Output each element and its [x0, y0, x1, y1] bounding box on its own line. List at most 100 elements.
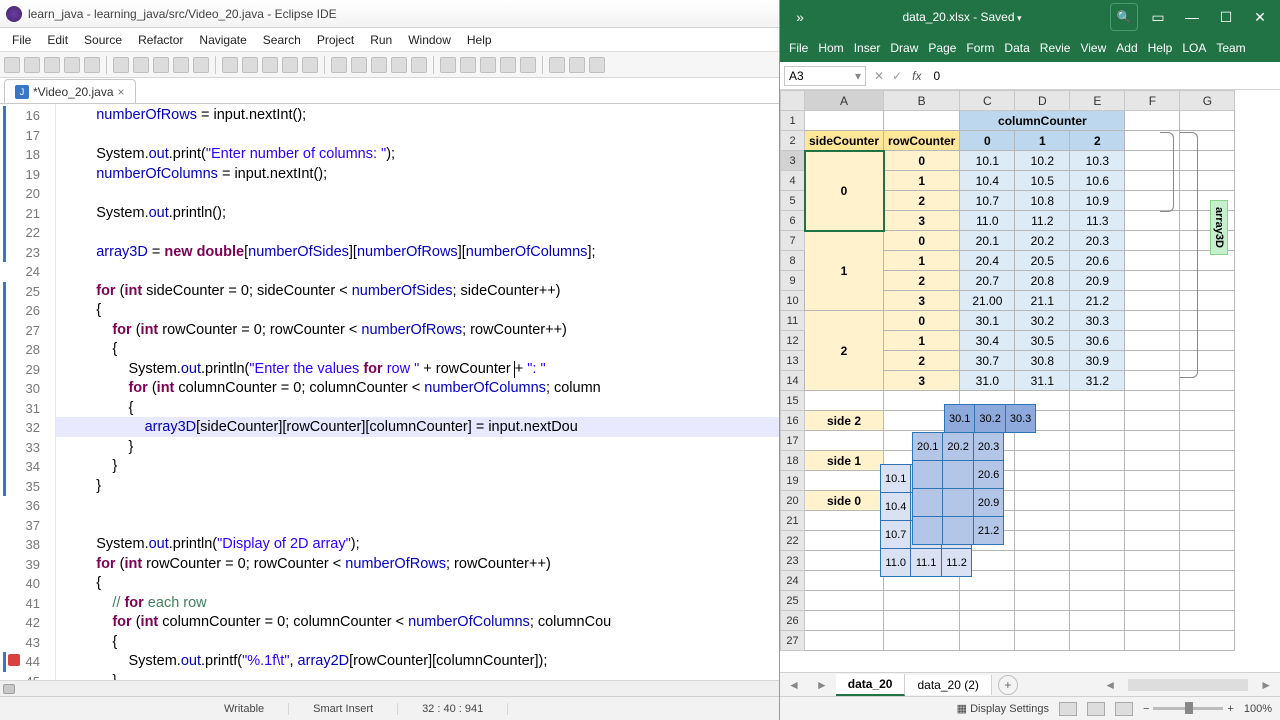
- ribbon-tab-file[interactable]: File: [784, 37, 813, 59]
- empty-cell[interactable]: [1125, 611, 1180, 631]
- data-cell[interactable]: 30.4: [960, 331, 1015, 351]
- ribbon-tab-loa[interactable]: LOA: [1177, 37, 1211, 59]
- side-label[interactable]: side 1: [805, 451, 884, 471]
- data-cell[interactable]: 20.2: [1015, 231, 1070, 251]
- eclipse-toolbar[interactable]: [0, 52, 779, 78]
- side-value[interactable]: 1: [805, 231, 884, 311]
- empty-cell[interactable]: [1015, 491, 1070, 511]
- line-number-gutter[interactable]: 1617181920212223242526272829303132333435…: [0, 104, 56, 680]
- line-number[interactable]: 26: [0, 301, 40, 321]
- col-header-F[interactable]: F: [1125, 91, 1180, 111]
- toolbar-button[interactable]: [391, 57, 407, 73]
- line-number[interactable]: 34: [0, 457, 40, 477]
- row-value[interactable]: 3: [884, 211, 960, 231]
- toolbar-button[interactable]: [351, 57, 367, 73]
- menu-refactor[interactable]: Refactor: [130, 31, 191, 49]
- eclipse-menubar[interactable]: FileEditSourceRefactorNavigateSearchProj…: [0, 28, 779, 52]
- excel-titlebar[interactable]: » data_20.xlsx - Saved 🔍 ▭ — ☐ ✕: [780, 0, 1280, 34]
- empty-cell[interactable]: [805, 591, 884, 611]
- toolbar-button[interactable]: [500, 57, 516, 73]
- empty-cell[interactable]: [1180, 391, 1235, 411]
- line-number[interactable]: 38: [0, 535, 40, 555]
- side-value[interactable]: 0: [805, 151, 884, 231]
- line-number[interactable]: 28: [0, 340, 40, 360]
- code-line[interactable]: numberOfRows = input.nextInt();: [64, 106, 306, 126]
- empty-cell[interactable]: [1015, 571, 1070, 591]
- toolbar-button[interactable]: [549, 57, 565, 73]
- eclipse-titlebar[interactable]: learn_java - learning_java/src/Video_20.…: [0, 0, 779, 28]
- ribbon-tab-help[interactable]: Help: [1143, 37, 1178, 59]
- line-number[interactable]: 24: [0, 262, 40, 282]
- line-number[interactable]: 17: [0, 126, 40, 146]
- row-value[interactable]: 0: [884, 311, 960, 331]
- empty-cell[interactable]: [1180, 591, 1235, 611]
- toolbar-button[interactable]: [411, 57, 427, 73]
- menu-window[interactable]: Window: [400, 31, 459, 49]
- line-number[interactable]: 30: [0, 379, 40, 399]
- scroll-thumb[interactable]: [3, 684, 15, 694]
- code-line[interactable]: {: [64, 574, 101, 594]
- empty-cell[interactable]: [1125, 631, 1180, 651]
- empty-cell[interactable]: [805, 551, 884, 571]
- toolbar-button[interactable]: [222, 57, 238, 73]
- minimize-button[interactable]: —: [1178, 3, 1206, 31]
- code-line[interactable]: }: [64, 457, 117, 477]
- formula-bar[interactable]: A3▾ ✕ ✓ fx 0: [780, 62, 1280, 90]
- data-cell[interactable]: 10.6: [1070, 171, 1125, 191]
- row-header[interactable]: 4: [781, 171, 805, 191]
- empty-cell[interactable]: [1180, 611, 1235, 631]
- data-cell[interactable]: 30.1: [960, 311, 1015, 331]
- line-number[interactable]: 40: [0, 574, 40, 594]
- toolbar-button[interactable]: [153, 57, 169, 73]
- toolbar-button[interactable]: [44, 57, 60, 73]
- display-settings-button[interactable]: ▦ Display Settings: [957, 702, 1049, 715]
- toolbar-button[interactable]: [133, 57, 149, 73]
- empty-cell[interactable]: [805, 391, 884, 411]
- ribbon-tab-form[interactable]: Form: [961, 37, 999, 59]
- ribbon-tab-add[interactable]: Add: [1111, 37, 1142, 59]
- code-line[interactable]: for (int rowCounter = 0; rowCounter < nu…: [64, 321, 567, 341]
- row-header[interactable]: 21: [781, 511, 805, 531]
- row-header[interactable]: 23: [781, 551, 805, 571]
- empty-cell[interactable]: [1180, 511, 1235, 531]
- data-cell[interactable]: 11.3: [1070, 211, 1125, 231]
- row-header[interactable]: 27: [781, 631, 805, 651]
- row-value[interactable]: 1: [884, 251, 960, 271]
- editor-tab[interactable]: J *Video_20.java ×: [4, 79, 136, 103]
- data-cell[interactable]: 20.7: [960, 271, 1015, 291]
- side-label[interactable]: side 0: [805, 491, 884, 511]
- line-number[interactable]: 20: [0, 184, 40, 204]
- row-header[interactable]: 9: [781, 271, 805, 291]
- row-value[interactable]: 2: [884, 271, 960, 291]
- side-value[interactable]: 2: [805, 311, 884, 391]
- line-number[interactable]: 41: [0, 594, 40, 614]
- data-cell[interactable]: 30.6: [1070, 331, 1125, 351]
- empty-cell[interactable]: [1015, 431, 1070, 451]
- spreadsheet-grid[interactable]: ABCDEFG1columnCounter2sideCounterrowCoun…: [780, 90, 1280, 672]
- line-number[interactable]: 44: [0, 652, 40, 672]
- toolbar-button[interactable]: [64, 57, 80, 73]
- page-break-button[interactable]: [1115, 702, 1133, 716]
- line-number[interactable]: 31: [0, 399, 40, 419]
- line-number[interactable]: 42: [0, 613, 40, 633]
- toolbar-button[interactable]: [193, 57, 209, 73]
- line-number[interactable]: 16: [0, 106, 40, 126]
- data-cell[interactable]: 20.1: [960, 231, 1015, 251]
- sheet-nav-prev[interactable]: ◄: [780, 678, 808, 692]
- empty-cell[interactable]: [805, 531, 884, 551]
- data-cell[interactable]: 31.0: [960, 371, 1015, 391]
- data-cell[interactable]: 10.1: [960, 151, 1015, 171]
- data-cell[interactable]: 10.3: [1070, 151, 1125, 171]
- code-line[interactable]: array3D = new double[numberOfSides][numb…: [64, 243, 596, 263]
- empty-cell[interactable]: [805, 511, 884, 531]
- empty-cell[interactable]: [1125, 411, 1180, 431]
- empty-cell[interactable]: [1070, 391, 1125, 411]
- line-number[interactable]: 21: [0, 204, 40, 224]
- code-line[interactable]: System.out.println("Enter the values for…: [64, 360, 546, 380]
- empty-cell[interactable]: [1015, 451, 1070, 471]
- row-header[interactable]: 15: [781, 391, 805, 411]
- data-cell[interactable]: 21.1: [1015, 291, 1070, 311]
- toolbar-button[interactable]: [282, 57, 298, 73]
- hscroll-track[interactable]: [1128, 679, 1248, 691]
- empty-cell[interactable]: [1015, 471, 1070, 491]
